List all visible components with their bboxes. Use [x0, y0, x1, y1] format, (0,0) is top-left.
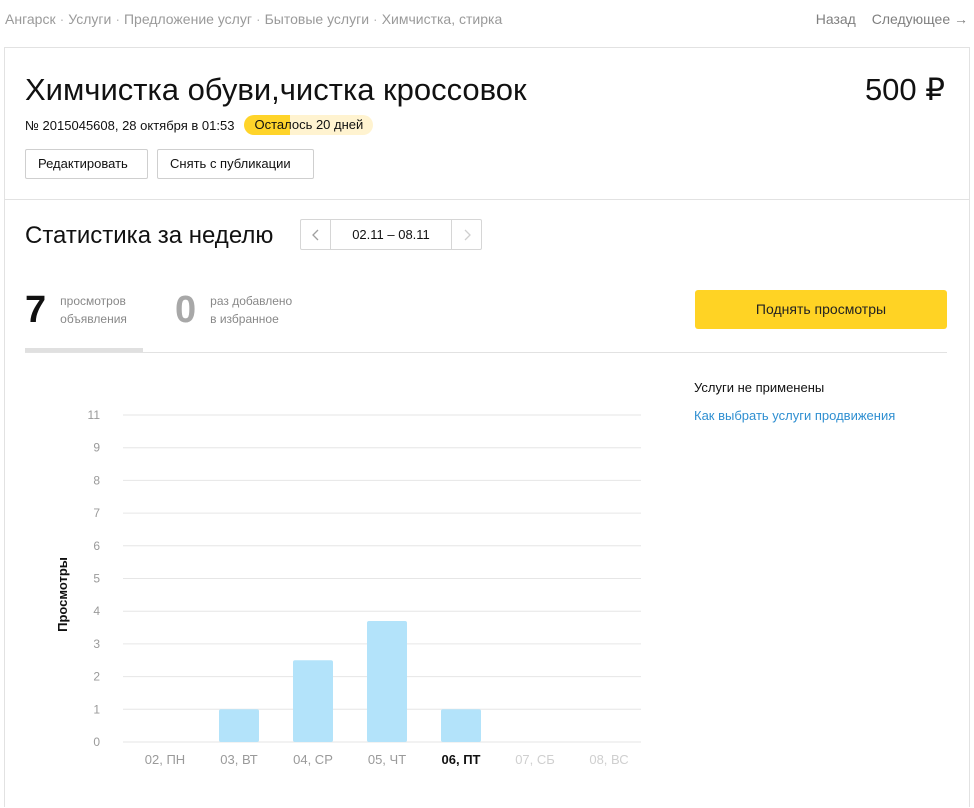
edit-button[interactable]: Редактировать — [25, 149, 148, 179]
x-tick-label: 08, ВС — [589, 752, 628, 767]
x-tick-label: 07, СБ — [515, 752, 555, 767]
views-count: 7 — [25, 289, 47, 331]
breadcrumb-item[interactable]: Химчистка, стирка — [382, 11, 503, 27]
y-tick-label: 3 — [93, 637, 100, 651]
active-tab-indicator — [25, 348, 143, 352]
chevron-right-icon[interactable] — [451, 220, 481, 249]
favorites-count: 0 — [175, 289, 197, 331]
favorites-metric[interactable]: 0 раз добавлено в избранное — [175, 288, 292, 332]
tab-underline — [25, 352, 947, 353]
y-tick-label: 2 — [93, 670, 100, 684]
views-metric[interactable]: 7 просмотров объявления — [25, 288, 127, 332]
x-tick-label: 06, ПТ — [442, 752, 481, 767]
y-tick-label: 9 — [93, 441, 100, 455]
date-range-picker: 02.11 – 08.11 — [300, 219, 482, 250]
y-tick-label: 0 — [93, 735, 100, 749]
back-link[interactable]: Назад — [816, 11, 856, 27]
y-tick-label: 8 — [93, 473, 100, 487]
y-tick-label: 1 — [93, 702, 100, 716]
breadcrumb: Ангарск · Услуги · Предложение услуг · Бытовые… — [5, 11, 502, 27]
ad-title: Химчистка обуви,чистка кроссовок — [25, 72, 527, 107]
chart-bar — [219, 709, 259, 742]
unpublish-button[interactable]: Снять с публикации — [157, 149, 314, 179]
ad-number-date: № 2015045608, 28 октября в 01:53 — [25, 117, 235, 133]
views-chart: 0 1 2 3 4 5 6 7 8 9 11 Просмотры 02, ПН 03, ВТ 04, СР 0… — [55, 408, 641, 767]
breadcrumb-item[interactable]: Бытовые услуги — [265, 11, 369, 27]
y-tick-label: 6 — [93, 539, 100, 553]
x-tick-label: 03, ВТ — [220, 752, 257, 767]
breadcrumb-separator: · — [255, 11, 261, 27]
breadcrumb-separator: · — [59, 11, 65, 27]
ad-price: 500 ₽ — [864, 72, 945, 107]
pager: Назад Следующее → — [816, 11, 968, 27]
divider — [5, 199, 969, 200]
y-tick-label: 7 — [93, 506, 100, 520]
chart-bar — [367, 621, 407, 742]
favorites-label-line1: раз добавлено — [210, 294, 293, 308]
favorites-label: раз добавлено в избранное — [210, 292, 292, 328]
x-tick-label: 02, ПН — [145, 752, 185, 767]
ad-card: Химчистка обуви,чистка кроссовок 500 ₽ №… — [4, 47, 970, 807]
breadcrumb-item[interactable]: Предложение услуг — [124, 11, 252, 27]
x-tick-label: 05, ЧТ — [368, 752, 406, 767]
views-label: просмотров объявления — [60, 292, 127, 328]
chevron-left-icon[interactable] — [301, 220, 331, 249]
x-tick-label: 04, СР — [293, 752, 333, 767]
services-help-link[interactable]: Как выбрать услуги продвижения — [694, 408, 895, 423]
y-tick-label: 4 — [93, 604, 100, 618]
breadcrumb-separator: · — [373, 11, 378, 27]
top-bar: Ангарск · Услуги · Предложение услуг · Бытовые… — [0, 0, 974, 36]
days-left-badge: Осталось 20 дней — [244, 115, 374, 135]
chart-bar — [293, 660, 333, 742]
breadcrumb-item[interactable]: Ангарск — [5, 11, 56, 27]
stats-title: Статистика за неделю — [25, 222, 274, 249]
y-tick-label: 5 — [93, 572, 100, 586]
favorites-label-line2: в избранное — [210, 312, 279, 326]
views-label-line2: объявления — [60, 312, 127, 326]
date-range[interactable]: 02.11 – 08.11 — [331, 220, 451, 249]
breadcrumb-item[interactable]: Услуги — [68, 11, 111, 27]
chart-bar — [441, 709, 481, 742]
breadcrumb-separator: · — [115, 11, 120, 27]
ad-meta: № 2015045608, 28 октября в 01:53 Осталос… — [25, 115, 374, 135]
services-status: Услуги не применены — [694, 380, 825, 395]
boost-views-button[interactable]: Поднять просмотры — [695, 290, 947, 329]
y-tick-label: 11 — [88, 408, 101, 422]
next-link[interactable]: Следующее → — [872, 11, 968, 27]
views-label-line1: просмотров — [60, 294, 126, 308]
y-axis-label: Просмотры — [55, 557, 70, 632]
